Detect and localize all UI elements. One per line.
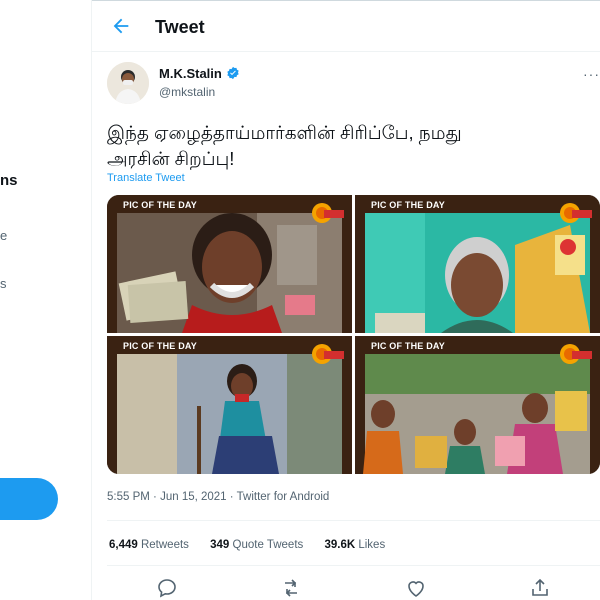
avatar[interactable] — [107, 62, 149, 104]
retweets-stat[interactable]: 6,449 Retweets — [109, 539, 189, 551]
author-name[interactable]: M.K.Stalin — [159, 66, 222, 81]
likes-label: Likes — [358, 539, 386, 551]
reply-icon[interactable] — [155, 576, 179, 600]
tweet-stats: 6,449 Retweets 349 Quote Tweets 39.6K Li… — [109, 539, 403, 551]
likes-stat[interactable]: 39.6K Likes — [324, 539, 385, 551]
tweet-source[interactable]: Twitter for Android — [237, 491, 330, 503]
pic-of-the-day-label: PIC OF THE DAY — [371, 341, 445, 351]
separator: · — [153, 491, 157, 503]
more-horizontal-icon[interactable]: ··· — [583, 66, 600, 82]
sun-news-logo-icon — [560, 344, 592, 364]
author-handle[interactable]: @mkstalin — [159, 85, 215, 99]
left-sidebar: ns e s — [0, 0, 91, 600]
divider — [107, 520, 600, 521]
tweet-text: இந்த ஏழைத்தாய்மார்களின் சிரிப்பே, நமது அ… — [107, 120, 577, 172]
share-icon[interactable] — [528, 576, 552, 600]
sidebar-item-fragment[interactable]: s — [0, 276, 7, 291]
retweet-icon[interactable] — [279, 576, 303, 600]
tweet-detail-column: Tweet M.K.Stalin @mkstalin ··· இந்த ஏழைத… — [92, 0, 600, 600]
retweets-label: Retweets — [140, 539, 189, 551]
media-tile[interactable]: PIC OF THE DAY — [107, 336, 352, 474]
tweet-timestamp: 5:55 PM · Jun 15, 2021 · Twitter for And… — [107, 491, 329, 503]
media-tile[interactable]: PIC OF THE DAY — [355, 336, 600, 474]
tweet-button[interactable] — [0, 478, 58, 520]
page-header: Tweet — [92, 1, 600, 52]
tweet-time[interactable]: 5:55 PM — [107, 491, 150, 503]
separator: · — [229, 491, 234, 503]
tweet-text-line: இந்த ஏழைத்தாய்மார்களின் சிரிப்பே, நமது — [107, 122, 462, 143]
like-icon[interactable] — [404, 576, 428, 600]
sidebar-item-notifications-fragment[interactable]: ns — [0, 172, 18, 189]
pic-of-the-day-label: PIC OF THE DAY — [123, 200, 197, 210]
sun-news-logo-icon — [312, 344, 344, 364]
page-title: Tweet — [155, 17, 205, 37]
likes-count: 39.6K — [324, 539, 356, 551]
media-grid: PIC OF THE DAY PIC OF THE DAY PIC OF THE… — [107, 195, 600, 474]
divider — [107, 565, 600, 566]
tweet-date[interactable]: Jun 15, 2021 — [160, 491, 227, 503]
pic-of-the-day-label: PIC OF THE DAY — [371, 200, 445, 210]
quote-tweets-count: 349 — [210, 539, 230, 551]
sun-news-logo-icon — [312, 203, 344, 223]
arrow-left-icon[interactable] — [110, 15, 132, 37]
verified-badge-icon — [227, 66, 239, 80]
media-tile[interactable]: PIC OF THE DAY — [107, 195, 352, 333]
quote-tweets-stat[interactable]: 349 Quote Tweets — [210, 539, 303, 551]
sidebar-item-fragment[interactable]: e — [0, 228, 7, 243]
tweet-text-line: அரசின் சிறப்பு! — [107, 148, 235, 169]
retweets-count: 6,449 — [109, 539, 138, 551]
translate-tweet-link[interactable]: Translate Tweet — [107, 172, 185, 184]
pic-of-the-day-label: PIC OF THE DAY — [123, 341, 197, 351]
sun-news-logo-icon — [560, 203, 592, 223]
quote-tweets-label: Quote Tweets — [232, 539, 304, 551]
media-tile[interactable]: PIC OF THE DAY — [355, 195, 600, 333]
